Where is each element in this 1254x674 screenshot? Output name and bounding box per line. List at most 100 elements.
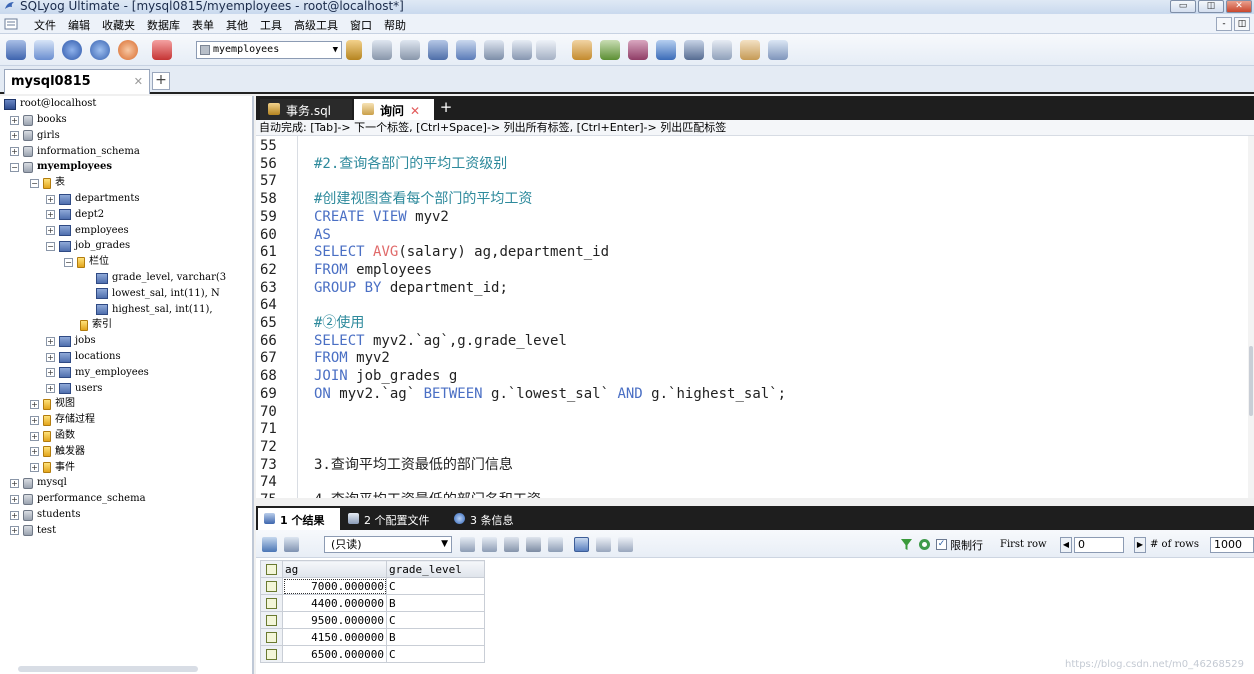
connection-tab-mysql0815[interactable]: mysql0815 ✕ <box>4 69 150 94</box>
expand-icon[interactable]: + <box>30 415 39 425</box>
cancel-changes-icon[interactable] <box>548 537 563 552</box>
query-tab-transaction-sql[interactable]: 事务.sql <box>260 99 352 120</box>
mdi-restore-button[interactable]: ◫ <box>1234 17 1250 31</box>
cell-ag[interactable]: 4150.000000 <box>282 628 387 646</box>
expand-icon[interactable]: + <box>30 447 39 457</box>
expand-icon[interactable]: + <box>46 352 55 362</box>
expand-icon[interactable]: + <box>30 463 39 473</box>
form-view-icon[interactable] <box>596 537 611 552</box>
menu-file[interactable]: 文件 <box>28 17 62 33</box>
tree-node[interactable]: + students <box>10 507 81 523</box>
row-checkbox[interactable] <box>260 645 283 663</box>
expand-icon[interactable]: + <box>10 478 19 488</box>
grid-layout-icon[interactable] <box>768 40 788 60</box>
tree-node[interactable]: + 触发器 <box>30 444 85 460</box>
scheduler-icon[interactable] <box>684 40 704 60</box>
cell-grade-level[interactable]: C <box>386 645 485 663</box>
row-checkbox[interactable] <box>260 594 283 612</box>
result-tab-profiles[interactable]: 2 个配置文件 <box>342 508 446 530</box>
expand-icon[interactable]: + <box>46 368 55 378</box>
cell-grade-level[interactable]: C <box>386 611 485 629</box>
menu-other[interactable]: 其他 <box>220 17 254 33</box>
text-view-icon[interactable] <box>618 537 633 552</box>
sql-editor[interactable]: 55 56 #2.查询各部门的平均工资级别 57 58 #创建视图查看每个部门的平均工资 5… <box>256 136 1254 498</box>
menu-database[interactable]: 数据库 <box>141 17 186 33</box>
cell-grade-level[interactable]: C <box>386 577 485 595</box>
new-connection-icon[interactable] <box>6 40 26 60</box>
sql-editor-icon[interactable] <box>346 40 362 60</box>
cell-ag[interactable]: 9500.000000 <box>282 611 387 629</box>
vertical-scrollbar[interactable] <box>1248 136 1254 498</box>
column-header-grade-level[interactable]: grade_level <box>386 560 485 578</box>
tree-node[interactable]: + employees <box>46 223 129 239</box>
collapse-icon[interactable]: − <box>46 241 55 251</box>
tree-node[interactable]: + jobs <box>46 333 96 349</box>
filter-icon[interactable] <box>900 538 913 551</box>
row-checkbox[interactable] <box>260 611 283 629</box>
collapse-icon[interactable]: − <box>64 257 73 267</box>
code-line[interactable]: ON myv2.`ag` BETWEEN g.`lowest_sal` AND … <box>314 385 786 403</box>
close-icon[interactable]: ✕ <box>410 104 420 118</box>
expand-icon[interactable]: + <box>46 194 55 204</box>
column-header-ag[interactable]: ag <box>282 560 387 578</box>
query-tab-query[interactable]: 询问 ✕ <box>354 99 434 120</box>
code-line[interactable]: GROUP BY department_id; <box>314 279 508 297</box>
database-select[interactable]: myemployees ▼ <box>196 41 342 59</box>
expand-icon[interactable]: + <box>10 510 19 520</box>
tree-node[interactable]: lowest_sal, int(11), N <box>96 286 220 302</box>
execute-all-icon[interactable] <box>90 40 110 60</box>
code-line[interactable]: CREATE VIEW myv2 <box>314 208 449 226</box>
menu-table[interactable]: 表单 <box>186 17 220 33</box>
cell-ag[interactable]: 7000.000000 <box>282 577 387 595</box>
mdi-minimize-button[interactable]: - <box>1216 17 1232 31</box>
table-data-icon[interactable] <box>484 40 504 60</box>
tree-node[interactable]: + users <box>46 381 102 397</box>
view-mode-icon[interactable] <box>284 537 299 552</box>
close-window-button[interactable]: ✕ <box>1226 0 1252 13</box>
tree-node[interactable]: 索引 <box>80 317 112 333</box>
limit-rows-checkbox[interactable]: ✓ <box>936 539 947 550</box>
alter-table-icon[interactable] <box>400 40 420 60</box>
collapse-icon[interactable]: − <box>10 162 19 172</box>
first-row-input[interactable]: 0 <box>1074 537 1124 553</box>
tree-node[interactable]: + locations <box>46 349 121 365</box>
tree-node[interactable]: + performance_schema <box>10 491 146 507</box>
select-all-checkbox[interactable] <box>260 560 283 578</box>
row-checkbox[interactable] <box>260 628 283 646</box>
import-icon[interactable] <box>600 40 620 60</box>
rows-count-input[interactable]: 1000 <box>1210 537 1254 553</box>
table-row[interactable]: 4400.000000 B <box>260 594 485 612</box>
expand-icon[interactable]: + <box>10 494 19 504</box>
code-line[interactable]: SELECT AVG(salary) ag,department_id <box>314 243 609 261</box>
tree-server-node[interactable]: root@localhost <box>4 96 96 112</box>
delete-icon[interactable] <box>526 537 541 552</box>
expand-icon[interactable]: + <box>46 336 55 346</box>
cell-ag[interactable]: 6500.000000 <box>282 645 387 663</box>
tree-node[interactable]: + test <box>10 523 56 539</box>
add-query-tab-button[interactable]: + <box>438 100 454 116</box>
code-line[interactable]: SELECT myv2.`ag`,g.grade_level <box>314 332 567 350</box>
expand-icon[interactable]: + <box>10 147 19 157</box>
schema-designer-icon[interactable] <box>512 40 532 60</box>
create-table-icon[interactable] <box>372 40 392 60</box>
result-mode-select[interactable]: (只读) ▼ <box>324 536 452 553</box>
expand-icon[interactable]: + <box>30 399 39 409</box>
expand-icon[interactable]: + <box>10 115 19 125</box>
menu-window[interactable]: 窗口 <box>344 17 378 33</box>
refresh-icon[interactable] <box>918 538 931 551</box>
maximize-button[interactable]: ◫ <box>1198 0 1224 13</box>
add-row-icon[interactable] <box>460 537 475 552</box>
tree-node[interactable]: − 表 <box>30 175 65 191</box>
calendar-icon[interactable] <box>740 40 760 60</box>
tree-node[interactable]: grade_level, varchar(3 <box>96 270 226 286</box>
first-row-prev-button[interactable]: ◀ <box>1060 537 1072 553</box>
code-line[interactable]: #②使用 <box>314 314 364 332</box>
tree-node[interactable]: + my_employees <box>46 365 149 381</box>
cell-ag[interactable]: 4400.000000 <box>282 594 387 612</box>
tree-node[interactable]: − myemployees <box>10 159 112 175</box>
tree-node[interactable]: + girls <box>10 128 60 144</box>
code-line[interactable]: #创建视图查看每个部门的平均工资 <box>314 190 532 208</box>
result-tab-messages[interactable]: 3 条信息 <box>448 508 530 530</box>
tree-node[interactable]: − 栏位 <box>64 254 109 270</box>
sync-icon[interactable] <box>628 40 648 60</box>
